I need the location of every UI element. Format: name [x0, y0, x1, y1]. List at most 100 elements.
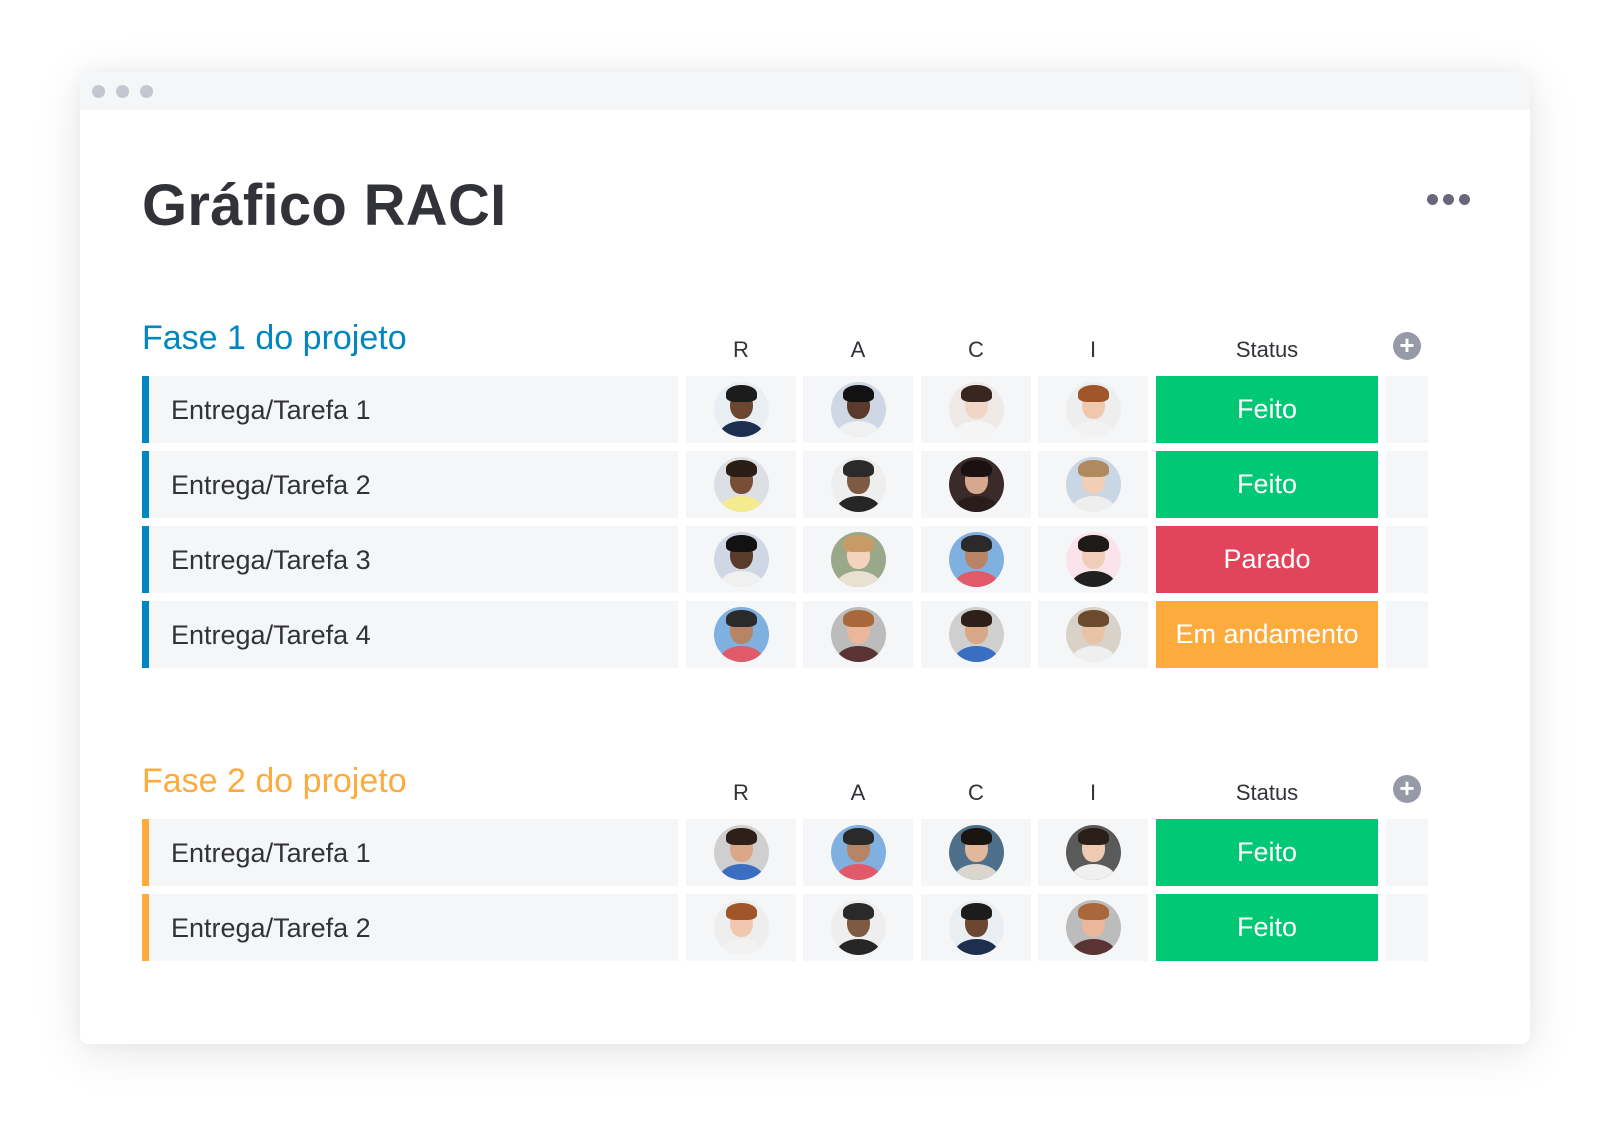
column-header-c[interactable]: C	[946, 336, 1006, 364]
status-label[interactable]: Em andamento	[1156, 601, 1378, 668]
table-row: Entrega/Tarefa 2 Feito	[142, 451, 1472, 518]
status-label[interactable]: Feito	[1156, 894, 1378, 961]
person-cell-r[interactable]	[686, 376, 796, 443]
avatar-body	[1071, 646, 1116, 662]
add-column-icon[interactable]: +	[1393, 775, 1421, 803]
person-cell-c[interactable]	[921, 819, 1031, 886]
avatar-body	[719, 939, 764, 955]
person-cell-i[interactable]	[1038, 451, 1148, 518]
person-cell-i[interactable]	[1038, 819, 1148, 886]
avatar[interactable]	[714, 457, 769, 512]
avatar[interactable]	[1066, 532, 1121, 587]
item-name-cell[interactable]: Entrega/Tarefa 4	[142, 601, 678, 668]
avatar-body	[954, 939, 999, 955]
column-header-r[interactable]: R	[711, 336, 771, 364]
avatar-body	[954, 864, 999, 880]
group-title[interactable]: Fase 1 do projeto	[142, 318, 407, 358]
item-name[interactable]: Entrega/Tarefa 1	[171, 838, 371, 869]
more-options-icon[interactable]	[1427, 194, 1470, 205]
item-name[interactable]: Entrega/Tarefa 3	[171, 545, 371, 576]
avatar-hair	[726, 535, 757, 552]
avatar[interactable]	[714, 825, 769, 880]
person-cell-a[interactable]	[803, 451, 913, 518]
group-phase-2: Fase 2 do projeto R A C I Status + Entrega/Tare…	[142, 761, 1472, 969]
empty-cell	[1386, 376, 1428, 443]
item-name[interactable]: Entrega/Tarefa 2	[171, 913, 371, 944]
column-header-c[interactable]: C	[946, 779, 1006, 807]
empty-cell	[1386, 819, 1428, 886]
person-cell-r[interactable]	[686, 601, 796, 668]
avatar-body	[954, 571, 999, 587]
person-cell-r[interactable]	[686, 894, 796, 961]
avatar[interactable]	[714, 607, 769, 662]
person-cell-i[interactable]	[1038, 526, 1148, 593]
person-cell-c[interactable]	[921, 894, 1031, 961]
avatar[interactable]	[949, 825, 1004, 880]
person-cell-i[interactable]	[1038, 376, 1148, 443]
column-header-a[interactable]: A	[828, 779, 888, 807]
avatar[interactable]	[831, 457, 886, 512]
avatar[interactable]	[1066, 382, 1121, 437]
avatar[interactable]	[949, 900, 1004, 955]
avatar[interactable]	[831, 382, 886, 437]
person-cell-c[interactable]	[921, 451, 1031, 518]
column-header-status[interactable]: Status	[1207, 336, 1327, 364]
item-name-cell[interactable]: Entrega/Tarefa 2	[142, 894, 678, 961]
avatar-hair	[726, 828, 757, 845]
person-cell-i[interactable]	[1038, 894, 1148, 961]
avatar[interactable]	[1066, 457, 1121, 512]
avatar-hair	[961, 610, 992, 627]
avatar-body	[836, 864, 881, 880]
avatar[interactable]	[949, 457, 1004, 512]
person-cell-c[interactable]	[921, 601, 1031, 668]
avatar[interactable]	[949, 532, 1004, 587]
item-name[interactable]: Entrega/Tarefa 2	[171, 470, 371, 501]
avatar-body	[954, 496, 999, 512]
status-label[interactable]: Parado	[1156, 526, 1378, 593]
column-header-status[interactable]: Status	[1207, 779, 1327, 807]
item-name[interactable]: Entrega/Tarefa 4	[171, 620, 371, 651]
avatar[interactable]	[714, 900, 769, 955]
group-title[interactable]: Fase 2 do projeto	[142, 761, 407, 801]
group-header: Fase 1 do projeto R A C I Status +	[142, 318, 1472, 376]
column-header-i[interactable]: I	[1063, 336, 1123, 364]
avatar[interactable]	[949, 607, 1004, 662]
avatar[interactable]	[1066, 825, 1121, 880]
status-label[interactable]: Feito	[1156, 376, 1378, 443]
avatar-hair	[1078, 535, 1109, 552]
person-cell-c[interactable]	[921, 526, 1031, 593]
item-name-cell[interactable]: Entrega/Tarefa 1	[142, 819, 678, 886]
item-name[interactable]: Entrega/Tarefa 1	[171, 395, 371, 426]
avatar[interactable]	[831, 825, 886, 880]
avatar[interactable]	[949, 382, 1004, 437]
avatar-hair	[1078, 610, 1109, 627]
person-cell-a[interactable]	[803, 376, 913, 443]
avatar[interactable]	[1066, 607, 1121, 662]
person-cell-r[interactable]	[686, 819, 796, 886]
avatar[interactable]	[1066, 900, 1121, 955]
avatar[interactable]	[831, 900, 886, 955]
person-cell-a[interactable]	[803, 819, 913, 886]
person-cell-i[interactable]	[1038, 601, 1148, 668]
column-header-i[interactable]: I	[1063, 779, 1123, 807]
person-cell-a[interactable]	[803, 894, 913, 961]
status-label[interactable]: Feito	[1156, 819, 1378, 886]
person-cell-a[interactable]	[803, 526, 913, 593]
avatar[interactable]	[831, 607, 886, 662]
column-header-r[interactable]: R	[711, 779, 771, 807]
avatar[interactable]	[831, 532, 886, 587]
empty-cell	[1386, 451, 1428, 518]
person-cell-r[interactable]	[686, 451, 796, 518]
item-name-cell[interactable]: Entrega/Tarefa 1	[142, 376, 678, 443]
person-cell-r[interactable]	[686, 526, 796, 593]
avatar[interactable]	[714, 532, 769, 587]
status-label[interactable]: Feito	[1156, 451, 1378, 518]
person-cell-c[interactable]	[921, 376, 1031, 443]
item-name-cell[interactable]: Entrega/Tarefa 2	[142, 451, 678, 518]
item-name-cell[interactable]: Entrega/Tarefa 3	[142, 526, 678, 593]
add-column-icon[interactable]: +	[1393, 332, 1421, 360]
avatar[interactable]	[714, 382, 769, 437]
person-cell-a[interactable]	[803, 601, 913, 668]
table-row: Entrega/Tarefa 1 Feito	[142, 819, 1472, 886]
column-header-a[interactable]: A	[828, 336, 888, 364]
